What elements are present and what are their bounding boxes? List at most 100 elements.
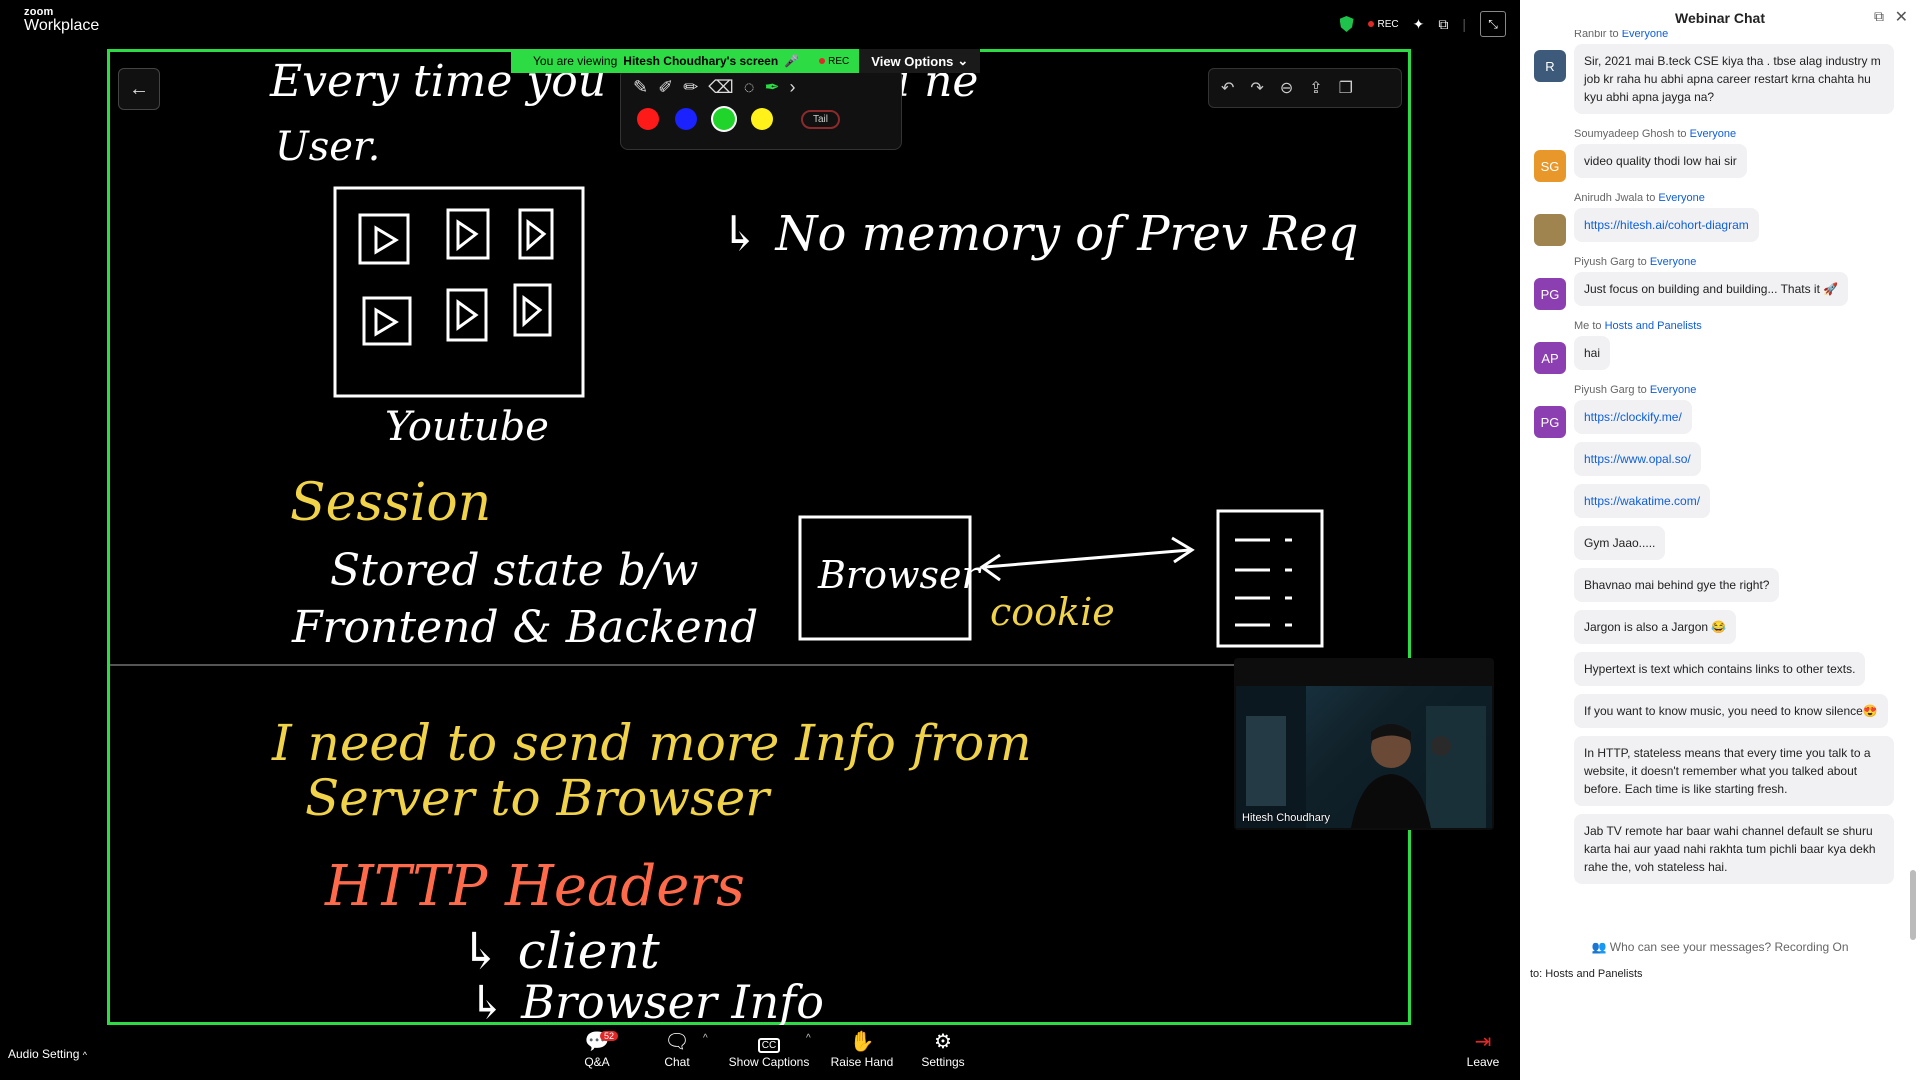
undo-icon[interactable]: ↶ (1221, 78, 1234, 98)
raise-hand-button[interactable]: ✋ Raise Hand (826, 1029, 898, 1069)
qa-button[interactable]: 💬 52 Q&A (562, 1029, 632, 1069)
message-meta: Anirudh Jwala to Everyone (1574, 192, 1894, 204)
color-blue-swatch[interactable] (675, 108, 697, 130)
leave-label: Leave (1466, 1055, 1500, 1069)
qa-label: Q&A (584, 1055, 610, 1069)
view-options-button[interactable]: View Options ⌄ (859, 49, 981, 73)
chat-title: Webinar Chat (1675, 10, 1765, 26)
pencil-icon[interactable]: ✐ (658, 77, 673, 98)
message-meta: Me to Hosts and Panelists (1574, 320, 1894, 332)
zoom-out-icon[interactable]: ⊖ (1280, 78, 1293, 98)
people-icon: 👥 (1591, 940, 1607, 954)
viewing-indicator: You are viewing Hitesh Choudhary's scree… (511, 49, 860, 73)
export-icon[interactable]: ⇪ (1309, 78, 1322, 98)
recipient-link[interactable]: Everyone (1650, 256, 1696, 268)
close-icon[interactable]: ✕ (1895, 7, 1908, 27)
marker-icon[interactable]: ✏ (683, 77, 698, 98)
message-meta: Ranbir to Everyone (1574, 30, 1894, 40)
settings-button[interactable]: ⚙ Settings (908, 1029, 978, 1069)
message-bubble: Jargon is also a Jargon 😂 (1574, 610, 1737, 644)
to-word: to (1646, 192, 1656, 204)
to-word: to (1677, 128, 1687, 140)
chevron-right-icon[interactable]: › (790, 77, 796, 98)
message-meta: Piyush Garg to Everyone (1574, 384, 1894, 396)
message-link[interactable]: https://www.opal.so/ (1574, 442, 1701, 476)
message-bubble: Bhavnao mai behind gye the right? (1574, 568, 1780, 602)
chat-messages[interactable]: Ranbir to Everyone R Sir, 2021 mai B.tec… (1520, 30, 1920, 938)
message-group: Ranbir to Everyone R Sir, 2021 mai B.tec… (1520, 30, 1920, 122)
show-captions-button[interactable]: CC Show Captions (725, 1029, 813, 1069)
webinar-chat-panel: Webinar Chat ⧉ ✕ Ranbir to Everyone R Si… (1520, 0, 1920, 1080)
recipient-link[interactable]: Everyone (1650, 384, 1696, 396)
copy-icon[interactable]: ❐ (1339, 78, 1353, 98)
to-word: to (1592, 320, 1602, 332)
chat-recipient-selector[interactable]: to: Hosts and Panelists (1530, 968, 1643, 980)
eraser-icon[interactable]: ⌫ (708, 77, 733, 98)
chat-icon: 🗨 (664, 1031, 690, 1053)
recipient-link[interactable]: Hosts and Panelists (1605, 320, 1702, 332)
pen-icon[interactable]: ✎ (633, 77, 648, 98)
meeting-toolbar: Audio Setting ^ 💬 52 Q&A 🗨 Chat ^ CC Sho… (0, 1025, 1520, 1080)
chat-options-caret[interactable]: ^ (703, 1033, 708, 1044)
to-word: to (1609, 30, 1619, 40)
share-rec-indicator: REC (819, 56, 849, 67)
mic-icon: 🎤 (784, 54, 800, 68)
avatar: AP (1534, 342, 1566, 374)
color-green-swatch[interactable] (713, 108, 735, 130)
chat-scrollbar[interactable] (1910, 870, 1916, 940)
qa-icon: 💬 (584, 1031, 610, 1053)
share-rec-label: REC (828, 55, 850, 67)
message-group: Piyush Garg to Everyone PG Just focus on… (1520, 256, 1920, 314)
lasso-icon[interactable]: ◌ (744, 77, 755, 98)
viewing-name: Hitesh Choudhary's screen (623, 54, 779, 68)
drawing-toolbar: ✎ ✐ ✏ ⌫ ◌ ✒ › Tail (620, 68, 902, 150)
highlighter-icon[interactable]: ✒ (764, 77, 779, 98)
captions-options-caret[interactable]: ^ (806, 1033, 811, 1044)
chat-label: Chat (664, 1055, 690, 1069)
message-group: Soumyadeep Ghosh to Everyone SG video qu… (1520, 128, 1920, 186)
message-bubble: Jab TV remote har baar wahi channel defa… (1574, 814, 1894, 884)
message-group: Piyush Garg to Everyone PG https://clock… (1520, 384, 1920, 892)
audio-setting-button[interactable]: Audio Setting ^ (8, 1047, 87, 1061)
recipient-link[interactable]: Everyone (1658, 192, 1704, 204)
wb-need-info-2: Server to Browser (305, 769, 772, 827)
presenter-video-tile[interactable]: Hitesh Choudhary (1234, 658, 1494, 830)
color-yellow-swatch[interactable] (751, 108, 773, 130)
message-link[interactable]: https://clockify.me/ (1574, 400, 1692, 434)
message-group: Anirudh Jwala to Everyone https://hitesh… (1520, 192, 1920, 250)
recipient-link[interactable]: Everyone (1690, 128, 1736, 140)
chat-button[interactable]: 🗨 Chat (642, 1029, 712, 1069)
raise-hand-label: Raise Hand (830, 1055, 894, 1069)
message-bubble: hai (1574, 336, 1611, 370)
wb-youtube: Youtube (385, 404, 549, 450)
audio-setting-label: Audio Setting (8, 1047, 80, 1061)
avatar: PG (1534, 406, 1566, 438)
tail-button[interactable]: Tail (801, 109, 841, 129)
avatar: SG (1534, 150, 1566, 182)
sender-name: Anirudh Jwala (1574, 192, 1644, 204)
wb-browser-info: ↳ Browser Info (468, 975, 824, 1025)
settings-label: Settings (921, 1055, 965, 1069)
avatar-photo (1534, 214, 1566, 246)
back-arrow-button[interactable]: ← (118, 68, 160, 110)
wb-cookie: cookie (990, 590, 1115, 634)
wb-need-info-1: I need to send more Info from (271, 714, 1032, 772)
presenter-video-feed (1236, 686, 1492, 828)
youtube-diagram (333, 186, 585, 398)
message-link[interactable]: https://hitesh.ai/cohort-diagram (1574, 208, 1759, 242)
chat-visibility-note[interactable]: 👥 Who can see your messages? Recording O… (1520, 940, 1920, 954)
whiteboard-canvas: Every time you v… you are a ne User. You… (269, 56, 1359, 1025)
color-red-swatch[interactable] (637, 108, 659, 130)
chevron-down-icon: ⌄ (957, 53, 969, 68)
redo-icon[interactable]: ↷ (1250, 78, 1263, 98)
popout-icon[interactable]: ⧉ (1874, 8, 1884, 25)
recipient-link[interactable]: Everyone (1622, 30, 1668, 40)
message-link[interactable]: https://wakatime.com/ (1574, 484, 1711, 518)
message-bubble: In HTTP, stateless means that every time… (1574, 736, 1894, 806)
wb-frontend-backend: Frontend & Backend (291, 602, 758, 653)
captions-icon: CC (725, 1029, 813, 1055)
leave-button[interactable]: ⇥ Leave (1458, 1029, 1508, 1069)
wb-stored-state: Stored state b/w (330, 545, 698, 596)
presenter-silhouette (1236, 686, 1486, 828)
message-bubble: Gym Jaao..... (1574, 526, 1666, 560)
